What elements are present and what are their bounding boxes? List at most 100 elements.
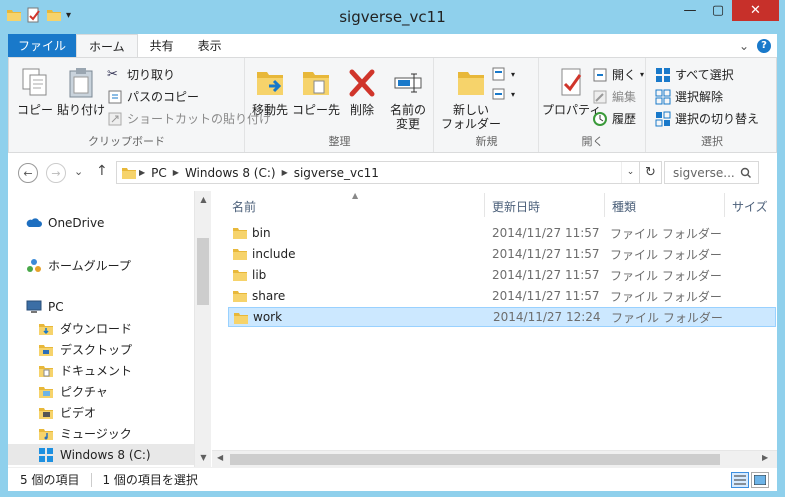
file-modified: 2014/11/27 11:57 — [492, 226, 600, 240]
select-none-button[interactable]: 選択解除 — [655, 88, 723, 105]
file-type: ファイル フォルダー — [610, 247, 722, 262]
invert-selection-button[interactable]: 選択の切り替え — [655, 110, 759, 127]
file-name: work — [253, 310, 283, 324]
address-bar[interactable]: ▶ PC ▶ Windows 8 (C:) ▶ sigverse_vc11 ⌄ … — [116, 161, 662, 184]
tab-view[interactable]: 表示 — [186, 34, 234, 57]
column-header-size[interactable]: サイズ — [732, 198, 768, 215]
copy-to-button[interactable]: コピー先 — [292, 66, 340, 117]
file-modified: 2014/11/27 11:57 — [492, 247, 600, 261]
edit-icon — [593, 90, 607, 103]
file-type: ファイル フォルダー — [610, 226, 722, 241]
file-row[interactable]: bin 2014/11/27 11:57 ファイル フォルダー — [228, 223, 776, 243]
tab-file[interactable]: ファイル — [8, 34, 77, 57]
copy-path-icon — [108, 90, 122, 103]
nav-item-music[interactable]: ミュージック — [38, 425, 132, 442]
maximize-button[interactable]: ▢ — [704, 0, 732, 21]
back-button[interactable]: ← — [18, 163, 38, 183]
nav-pane-scrollbar[interactable]: ▲ ▼ — [194, 191, 211, 467]
select-group-label: 選択 — [701, 135, 723, 148]
refresh-button[interactable]: ↻ — [639, 162, 661, 183]
nav-item-onedrive[interactable]: OneDrive — [26, 215, 104, 231]
copy-path-button[interactable]: パスのコピー — [107, 88, 199, 105]
music-folder-icon — [39, 428, 53, 440]
hscroll-thumb[interactable] — [230, 454, 720, 465]
homegroup-icon — [27, 258, 41, 272]
nav-item-windows-drive[interactable]: Windows 8 (C:) — [8, 444, 194, 465]
nav-item-desktop[interactable]: デスクトップ — [38, 341, 132, 358]
select-none-icon — [655, 89, 671, 104]
videos-folder-icon — [39, 407, 53, 419]
breadcrumb-separator-icon[interactable]: ▶ — [137, 168, 147, 177]
dropdown-arrow-icon: ▾ — [511, 89, 516, 99]
nav-item-pc[interactable]: PC — [26, 299, 64, 315]
nav-scroll-thumb[interactable] — [197, 238, 209, 305]
history-button[interactable]: 履歴 — [592, 110, 636, 127]
tab-home[interactable]: ホーム — [76, 34, 138, 57]
breadcrumb-separator-icon[interactable]: ▶ — [280, 168, 290, 177]
nav-item-downloads[interactable]: ダウンロード — [38, 320, 132, 337]
rename-button[interactable]: 名前の 変更 — [390, 66, 426, 131]
nav-item-homegroup[interactable]: ホームグループ — [26, 257, 131, 274]
close-button[interactable]: ✕ — [732, 0, 779, 21]
nav-item-pictures[interactable]: ピクチャ — [38, 383, 108, 400]
scroll-right-icon[interactable]: ▶ — [762, 453, 768, 462]
file-row[interactable]: include 2014/11/27 11:57 ファイル フォルダー — [228, 244, 776, 264]
file-list-hscrollbar[interactable]: ◀ ▶ — [212, 450, 777, 467]
up-button[interactable]: ↑ — [96, 163, 108, 179]
breadcrumb-drive[interactable]: Windows 8 (C:) — [181, 166, 280, 180]
column-divider[interactable] — [484, 193, 485, 217]
select-all-icon — [656, 67, 670, 82]
new-item-button[interactable]: ▾ — [491, 66, 515, 82]
search-box[interactable]: sigverse... — [664, 161, 759, 184]
collapse-ribbon-icon[interactable]: ⌄ — [739, 39, 749, 53]
move-to-button[interactable]: 移動先 — [252, 66, 288, 117]
edit-button[interactable]: 編集 — [592, 88, 636, 105]
new-folder-icon — [458, 72, 484, 95]
address-dropdown-button[interactable]: ⌄ — [621, 162, 639, 183]
window-controls: — ▢ ✕ — [676, 0, 779, 21]
nav-item-videos[interactable]: ビデオ — [38, 404, 96, 421]
sort-ascending-icon: ▲ — [352, 191, 359, 200]
column-divider[interactable] — [604, 193, 605, 217]
large-icons-view-button[interactable] — [751, 471, 769, 488]
column-header-modified[interactable]: 更新日時 — [492, 198, 540, 215]
dropdown-arrow-icon: ▾ — [511, 69, 516, 79]
easy-access-button[interactable]: ▾ — [491, 86, 515, 102]
breadcrumb-folder[interactable]: sigverse_vc11 — [290, 166, 383, 180]
paste-button[interactable]: 貼り付け — [57, 66, 105, 117]
recent-locations-button[interactable]: ⌄ — [74, 165, 83, 178]
file-row[interactable]: lib 2014/11/27 11:57 ファイル フォルダー — [228, 265, 776, 285]
new-group: 新しい フォルダー ▾ ▾ 新規 — [435, 58, 539, 152]
column-header-name[interactable]: 名前 — [232, 198, 256, 215]
file-row[interactable]: share 2014/11/27 11:57 ファイル フォルダー — [228, 286, 776, 306]
dropdown-arrow-icon: ▾ — [640, 70, 645, 79]
file-name: bin — [252, 226, 271, 240]
file-modified: 2014/11/27 11:57 — [492, 289, 600, 303]
delete-button[interactable]: 削除 — [346, 66, 378, 117]
copy-button[interactable]: コピー — [17, 66, 53, 117]
scroll-up-icon[interactable]: ▲ — [195, 195, 212, 204]
cloud-icon — [26, 218, 42, 227]
rename-icon — [394, 73, 422, 93]
details-view-button[interactable] — [731, 471, 749, 488]
move-to-icon — [257, 72, 283, 95]
column-header-type[interactable]: 種類 — [612, 198, 636, 215]
scroll-down-icon[interactable]: ▼ — [195, 453, 212, 462]
forward-button[interactable]: → — [46, 163, 66, 183]
ribbon: コピー 貼り付け ✂ 切り取り パスのコピー ショートカットの貼り付け クリップ… — [8, 57, 777, 153]
scroll-left-icon[interactable]: ◀ — [217, 453, 223, 462]
documents-folder-icon — [39, 365, 53, 377]
clipboard-group: コピー 貼り付け ✂ 切り取り パスのコピー ショートカットの貼り付け クリップ… — [9, 58, 271, 152]
breadcrumb-pc[interactable]: PC — [147, 166, 171, 180]
tab-share[interactable]: 共有 — [138, 34, 186, 57]
file-row-selected[interactable]: work 2014/11/27 12:24 ファイル フォルダー — [228, 307, 776, 327]
cut-button[interactable]: ✂ 切り取り — [107, 66, 175, 83]
breadcrumb-separator-icon[interactable]: ▶ — [171, 168, 181, 177]
column-divider[interactable] — [724, 193, 725, 217]
help-icon[interactable]: ? — [757, 38, 771, 53]
open-button[interactable]: 開く ▾ — [592, 66, 644, 83]
select-all-button[interactable]: すべて選択 — [655, 66, 734, 83]
file-list-pane: ▲ 名前 更新日時 種類 サイズ bin 2014/11/27 11:57 ファ… — [212, 191, 777, 467]
minimize-button[interactable]: — — [676, 0, 704, 21]
nav-item-documents[interactable]: ドキュメント — [38, 362, 132, 379]
